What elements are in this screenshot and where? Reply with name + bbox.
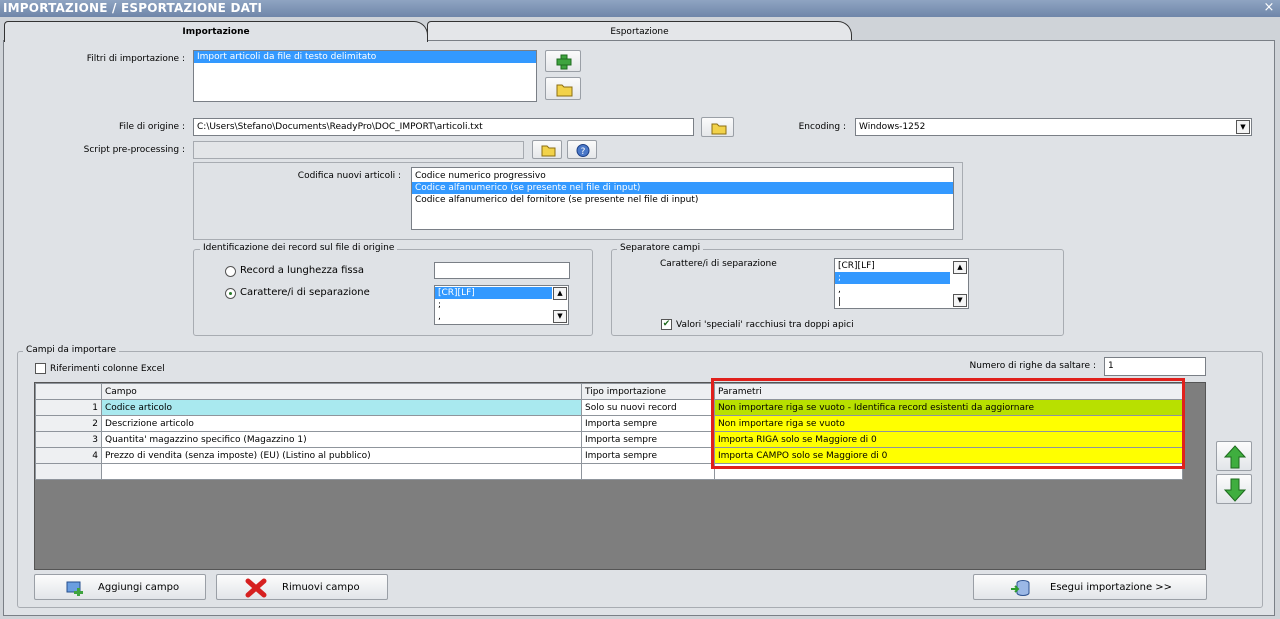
scroll-down-icon[interactable]: ▼ xyxy=(953,294,967,307)
fixed-length-input[interactable] xyxy=(434,262,570,279)
tab-importazione[interactable]: Importazione xyxy=(4,21,428,42)
cell-tipo[interactable]: Importa sempre xyxy=(581,431,715,448)
cell-tipo[interactable]: Solo su nuovi record xyxy=(581,399,715,416)
script-input[interactable] xyxy=(193,141,524,159)
radio-separator-label: Carattere/i di separazione xyxy=(240,287,370,298)
add-filter-button[interactable] xyxy=(545,50,581,72)
chevron-down-icon[interactable]: ▼ xyxy=(1236,120,1250,134)
script-label: Script pre-processing : xyxy=(83,145,185,155)
skip-rows-label: Numero di righe da saltare : xyxy=(969,361,1096,371)
add-field-label: Aggiungi campo xyxy=(98,582,180,593)
arrow-down-icon xyxy=(1223,478,1247,502)
window-title: IMPORTAZIONE / ESPORTAZIONE DATI xyxy=(0,0,1280,17)
row-number: 4 xyxy=(35,447,102,464)
move-down-button[interactable] xyxy=(1216,474,1252,504)
excel-columns-checkbox[interactable] xyxy=(35,363,46,374)
list-item[interactable]: | xyxy=(835,296,968,308)
list-item[interactable]: [CR][LF] xyxy=(435,287,552,299)
field-separator-label: Carattere/i di separazione xyxy=(660,259,777,269)
row-number: 2 xyxy=(35,415,102,432)
encoding-value: Windows-1252 xyxy=(859,122,926,132)
add-field-button[interactable]: Aggiungi campo xyxy=(34,574,206,600)
folder-icon xyxy=(541,145,556,157)
special-values-checkbox[interactable]: ✔ xyxy=(661,319,672,330)
radio-separator[interactable] xyxy=(225,288,236,299)
cell-campo[interactable]: Codice articolo xyxy=(101,399,582,416)
field-separator-list[interactable]: [CR][LF] ; , | ▲ ▼ xyxy=(834,258,969,309)
row-number: 1 xyxy=(35,399,102,416)
remove-field-button[interactable]: Rimuovi campo xyxy=(216,574,388,600)
list-item[interactable]: , xyxy=(435,311,568,323)
help-icon: ? xyxy=(576,144,590,157)
coding-label: Codifica nuovi articoli : xyxy=(297,171,401,181)
row-number: 3 xyxy=(35,431,102,448)
list-item[interactable]: [CR][LF] xyxy=(835,260,968,272)
radio-fixed-label: Record a lunghezza fissa xyxy=(240,265,364,276)
folder-icon xyxy=(711,123,727,135)
filters-label: Filtri di importazione : xyxy=(86,54,185,64)
list-item[interactable]: , xyxy=(835,284,968,296)
cell-tipo[interactable]: Importa sempre xyxy=(581,415,715,432)
list-item[interactable]: Codice alfanumerico del fornitore (se pr… xyxy=(412,194,953,206)
skip-rows-input[interactable]: 1 xyxy=(1104,357,1206,376)
open-filter-button[interactable] xyxy=(545,77,581,100)
row-number-header xyxy=(35,383,102,400)
filters-list[interactable]: Import articoli da file di testo delimit… xyxy=(193,50,537,102)
scroll-up-icon[interactable]: ▲ xyxy=(953,261,967,274)
green-plus-icon xyxy=(556,54,572,70)
cell-campo[interactable]: Quantita' magazzino specifico (Magazzino… xyxy=(101,431,582,448)
fields-legend: Campi da importare xyxy=(23,345,119,355)
field-separator-legend: Separatore campi xyxy=(617,243,704,253)
list-item[interactable]: Import articoli da file di testo delimit… xyxy=(194,51,536,63)
browse-file-button[interactable] xyxy=(701,117,734,137)
coding-list[interactable]: Codice numerico progressivo Codice alfan… xyxy=(411,167,954,230)
encoding-label: Encoding : xyxy=(798,122,846,132)
scroll-up-icon[interactable]: ▲ xyxy=(553,287,567,300)
run-import-button[interactable]: Esegui importazione >> xyxy=(973,574,1207,600)
red-x-icon xyxy=(245,578,267,598)
record-id-legend: Identificazione dei record sul file di o… xyxy=(200,243,398,253)
column-header-tipo[interactable]: Tipo importazione xyxy=(581,383,715,400)
radio-fixed[interactable] xyxy=(225,266,236,277)
browse-script-button[interactable] xyxy=(532,140,562,159)
list-item[interactable]: Codice alfanumerico (se presente nel fil… xyxy=(412,182,953,194)
run-import-label: Esegui importazione >> xyxy=(1050,582,1173,593)
excel-columns-label: Riferimenti colonne Excel xyxy=(50,364,165,374)
list-item[interactable]: ; xyxy=(835,272,950,284)
source-file-input[interactable]: C:\Users\Stefano\Documents\ReadyPro\DOC_… xyxy=(193,118,694,136)
cell-tipo[interactable]: Importa sempre xyxy=(581,447,715,464)
list-item[interactable]: ; xyxy=(435,299,568,311)
cell-campo[interactable]: Descrizione articolo xyxy=(101,415,582,432)
cell-campo[interactable]: Prezzo di vendita (senza imposte) (EU) (… xyxy=(101,447,582,464)
special-values-label: Valori 'speciali' racchiusi tra doppi ap… xyxy=(676,320,854,330)
tab-esportazione[interactable]: Esportazione xyxy=(427,21,852,41)
svg-text:?: ? xyxy=(581,147,586,157)
arrow-up-icon xyxy=(1223,445,1247,469)
add-field-icon xyxy=(66,581,83,596)
remove-field-label: Rimuovi campo xyxy=(282,582,360,593)
folder-icon xyxy=(556,84,573,97)
move-up-button[interactable] xyxy=(1216,441,1252,471)
close-icon[interactable]: × xyxy=(1262,1,1276,15)
column-header-campo[interactable]: Campo xyxy=(101,383,582,400)
encoding-select[interactable]: Windows-1252 ▼ xyxy=(855,118,1252,136)
list-item[interactable]: Codice numerico progressivo xyxy=(412,170,953,182)
help-button[interactable]: ? xyxy=(567,140,597,159)
database-import-icon xyxy=(1011,580,1030,596)
parametri-highlight xyxy=(711,378,1185,469)
source-file-label: File di origine : xyxy=(118,122,185,132)
scroll-down-icon[interactable]: ▼ xyxy=(553,310,567,323)
record-separator-list[interactable]: [CR][LF] ; , ▲ ▼ xyxy=(434,285,569,325)
